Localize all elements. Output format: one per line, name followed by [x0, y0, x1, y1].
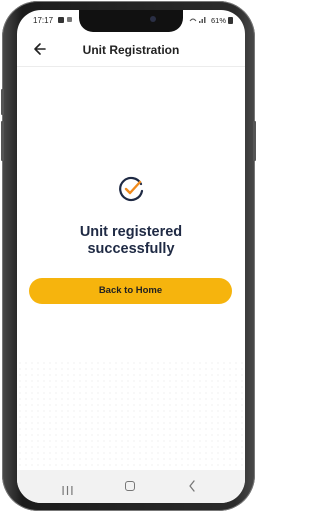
- success-message-line1: Unit registered: [79, 224, 183, 240]
- system-nav-bar: [17, 470, 245, 503]
- camera-icon: [150, 16, 156, 22]
- check-circle-icon: [117, 175, 145, 203]
- status-bar: 17:17 61%: [17, 10, 245, 32]
- volume-button: [1, 121, 4, 161]
- back-to-home-button[interactable]: Back to Home: [29, 278, 232, 304]
- page-title: Unit Registration: [82, 43, 180, 57]
- notification-icon: [67, 17, 72, 22]
- dotted-background: [17, 360, 245, 470]
- success-message-line2: successfully: [87, 241, 175, 257]
- notch: [79, 10, 183, 32]
- volume-button: [1, 89, 4, 115]
- screen: 17:17 61% Unit Registration Unit registe…: [17, 10, 245, 503]
- home-icon[interactable]: [125, 481, 135, 491]
- signal-icon: [189, 15, 207, 26]
- power-button: [253, 121, 256, 161]
- battery-level: 61%: [211, 16, 227, 25]
- status-time: 17:17: [33, 16, 54, 25]
- chevron-left-icon[interactable]: [187, 479, 197, 493]
- app-header: Unit Registration: [17, 36, 245, 67]
- gallery-icon: [58, 17, 64, 23]
- success-message: Unit registered successfully: [17, 224, 245, 258]
- battery-icon: [228, 17, 233, 24]
- phone-frame: 17:17 61% Unit Registration Unit registe…: [1, 1, 256, 511]
- recents-icon[interactable]: [62, 482, 73, 495]
